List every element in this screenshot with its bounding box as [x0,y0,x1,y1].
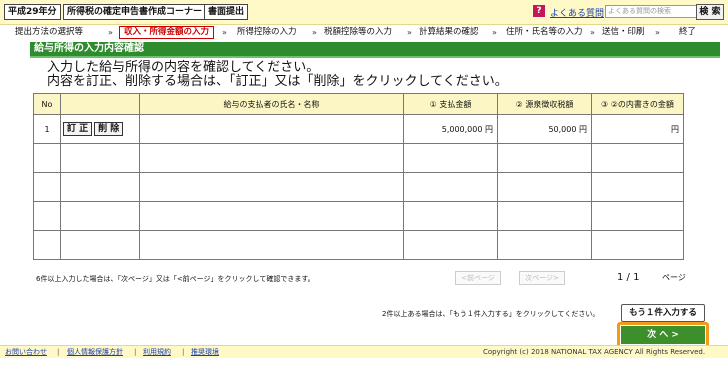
step-arrow-icon: » [590,28,595,37]
step-arrow-icon: » [222,28,227,37]
table-row-empty [33,143,684,173]
search-button[interactable]: 検 索 [696,4,724,20]
footer-link-terms[interactable]: 利用規約 [143,348,171,356]
col-header-withheld-tax: ② 源泉徴収税額 [497,93,592,115]
footer-bar: お問い合わせ | 個人情報保護方針 | 利用規約 | 推奨環境 Copyrigh… [0,345,728,358]
col-header-payer: 給与の支払者の氏名・名称 [139,93,404,115]
step-navigation: 提出方法の選択等 » 収入・所得金額の入力 » 所得控除の入力 » 税額控除等の… [0,25,728,40]
edit-button[interactable]: 訂 正 [63,122,93,136]
table-header-row: No 給与の支払者の氏名・名称 ① 支払金額 ② 源泉徴収税額 ③ ②の内書きの… [33,93,684,115]
col-header-no: No [33,93,61,115]
paging-note: 6件以上入力した場合は、「次ページ」又は「<前ページ」をクリックして確認できます… [36,275,315,283]
faq-link[interactable]: よくある質問 [550,6,604,19]
next-page-button[interactable]: 次ページ> [519,271,565,285]
payer-name-cell [139,114,404,144]
step-income-input-current: 収入・所得金額の入力 [119,26,215,39]
table-row-empty [33,230,684,260]
page-indicator: 1 / 1 [617,272,640,283]
document-submit-button[interactable]: 書面提出 [204,4,249,20]
next-button[interactable]: 次 へ > [621,326,705,344]
col-header-actions [60,93,140,115]
step-address-input: 住所・氏名等の入力 [506,27,583,37]
table-row-empty [33,201,684,231]
footer-separator: | [182,348,185,356]
footer-link-privacy[interactable]: 個人情報保護方針 [67,348,123,356]
step-submission-method: 提出方法の選択等 [15,27,84,37]
faq-search-input[interactable]: よくある質問の検索 [605,5,697,18]
col-header-paid-amount: ① 支払金額 [403,93,498,115]
top-bar: 平成29年分 所得税の確定申告書作成コーナー 書面提出 ? よくある質問 よくあ… [0,0,728,25]
step-tax-credit-input: 税額控除等の入力 [324,27,393,37]
section-title: 給与所得の入力内容確認 [30,42,720,56]
step-arrow-icon: » [407,28,412,37]
footer-separator: | [134,348,137,356]
step-arrow-icon: » [108,28,113,37]
step-arrow-icon: » [655,28,660,37]
delete-button[interactable]: 削 除 [94,122,124,136]
table-row-empty [33,172,684,202]
step-send-print: 送信・印刷 [602,27,645,37]
table-row: 1 訂 正削 除 5,000,000 円 50,000 円 円 [33,114,684,144]
row-actions: 訂 正削 除 [60,114,140,144]
add-another-note: 2件以上ある場合は、「もう１件入力する」をクリックしてください。 [382,310,600,318]
footer-link-environment[interactable]: 推奨環境 [191,348,219,356]
withheld-tax-cell: 50,000 円 [497,114,592,144]
paid-amount-cell: 5,000,000 円 [403,114,498,144]
step-result-check: 計算結果の確認 [419,27,479,37]
salary-income-table: No 給与の支払者の氏名・名称 ① 支払金額 ② 源泉徴収税額 ③ ②の内書きの… [33,93,684,260]
copyright-text: Copyright (c) 2018 NATIONAL TAX AGENCY A… [483,348,706,356]
inner-amount-cell: 円 [591,114,684,144]
tax-year-label: 平成29年分 [4,4,61,20]
step-arrow-icon: » [492,28,497,37]
step-arrow-icon: » [312,28,317,37]
prev-page-button[interactable]: <前ページ [455,271,501,285]
instruction-line-2: 内容を訂正、削除する場合は、「訂正」又は「削除」をクリックしてください。 [47,74,508,89]
row-number: 1 [33,114,61,144]
step-deduction-input: 所得控除の入力 [237,27,297,37]
add-another-button[interactable]: もう１件入力する [621,304,705,322]
instruction-line-1: 入力した給与所得の内容を確認してください。 [47,60,320,75]
footer-separator: | [57,348,60,356]
footer-link-contact[interactable]: お問い合わせ [5,348,47,356]
col-header-inner-amount: ③ ②の内書きの金額 [591,93,684,115]
step-finish: 終了 [679,27,697,37]
corner-title: 所得税の確定申告書作成コーナー [63,4,207,20]
page-unit-label: ページ [662,273,686,282]
help-icon[interactable]: ? [533,5,545,17]
section-divider [30,56,720,58]
